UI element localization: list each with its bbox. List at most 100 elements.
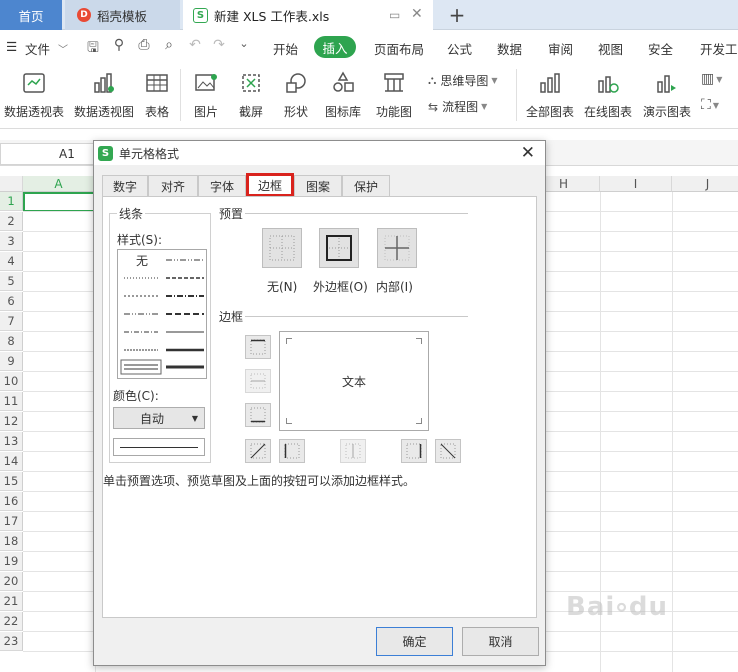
- border-right-button[interactable]: [401, 439, 427, 463]
- format-painter-icon[interactable]: ⚲: [110, 37, 128, 55]
- preview-corner-mark: [286, 418, 292, 424]
- row-header[interactable]: 20: [0, 572, 23, 591]
- window-restore-icon[interactable]: ▭: [389, 8, 400, 22]
- menu-view[interactable]: 视图: [598, 39, 623, 58]
- column-header-a[interactable]: A: [23, 176, 95, 192]
- row-header[interactable]: 23: [0, 632, 23, 651]
- presentation-charts-button[interactable]: 演示图表: [641, 69, 693, 120]
- menu-review[interactable]: 审阅: [548, 39, 573, 58]
- tab-number[interactable]: 数字: [102, 175, 148, 197]
- table-button[interactable]: 表格: [140, 69, 174, 120]
- row-header[interactable]: 8: [0, 332, 23, 351]
- tab-border[interactable]: 边框: [246, 173, 294, 197]
- column-header-j[interactable]: J: [672, 176, 738, 192]
- tab-alignment[interactable]: 对齐: [148, 175, 198, 197]
- row-header[interactable]: 13: [0, 432, 23, 451]
- row-header[interactable]: 17: [0, 512, 23, 531]
- mind-map-button[interactable]: ⛬ 思维导图 ▼: [428, 72, 498, 89]
- all-charts-button[interactable]: 全部图表: [524, 69, 576, 120]
- save-icon[interactable]: 🖫: [84, 37, 102, 56]
- hamburger-icon[interactable]: ☰: [6, 39, 17, 54]
- border-preview-box[interactable]: 文本: [279, 331, 429, 431]
- dialog-title-bar[interactable]: S 单元格格式 ✕: [94, 141, 545, 165]
- row-header[interactable]: 14: [0, 452, 23, 471]
- row-header[interactable]: 5: [0, 272, 23, 291]
- row-header[interactable]: 6: [0, 292, 23, 311]
- row-header[interactable]: 4: [0, 252, 23, 271]
- tab-pattern[interactable]: 图案: [294, 175, 342, 197]
- picture-button[interactable]: 图片: [186, 69, 226, 120]
- select-all-corner[interactable]: [0, 176, 23, 192]
- icon-library-button[interactable]: 图标库: [322, 69, 364, 120]
- row-header[interactable]: 19: [0, 552, 23, 571]
- chevron-down-icon[interactable]: ﹀: [58, 41, 68, 56]
- row-header[interactable]: 21: [0, 592, 23, 611]
- new-tab-button[interactable]: +: [446, 3, 468, 27]
- function-chart-button[interactable]: 功能图: [370, 69, 418, 120]
- tab-label: 边框: [257, 178, 282, 193]
- border-left-button[interactable]: [279, 439, 305, 463]
- row-header[interactable]: 2: [0, 212, 23, 231]
- tab-daoke-template[interactable]: D 稻壳模板: [65, 0, 180, 30]
- border-right-icon: [406, 443, 422, 459]
- tab-close-icon[interactable]: ✕: [411, 6, 423, 22]
- menu-page-layout[interactable]: 页面布局: [374, 39, 424, 58]
- online-charts-button[interactable]: 在线图表: [582, 69, 634, 120]
- tab-protection[interactable]: 保护: [342, 175, 390, 197]
- menu-formula[interactable]: 公式: [447, 39, 472, 58]
- pivot-chart-button[interactable]: 数据透视图: [72, 69, 136, 120]
- color-select[interactable]: 自动 ▼: [113, 407, 205, 429]
- line-style-samples[interactable]: [118, 250, 208, 380]
- menu-insert[interactable]: 插入: [314, 36, 356, 58]
- chevron-down-icon: ▼: [712, 100, 719, 110]
- flowchart-button[interactable]: ⇆ 流程图 ▼: [428, 98, 487, 115]
- bar-chart-dropdown[interactable]: ▥ ▼: [701, 71, 722, 87]
- pivot-chart-icon: [92, 69, 116, 97]
- menu-security[interactable]: 安全: [648, 39, 673, 58]
- tab-home[interactable]: 首页: [0, 0, 62, 30]
- border-inside-horizontal-button[interactable]: [245, 369, 271, 393]
- row-header[interactable]: 3: [0, 232, 23, 251]
- row-header[interactable]: 12: [0, 412, 23, 431]
- border-inside-vertical-button[interactable]: [340, 439, 366, 463]
- preset-outline-button[interactable]: [319, 228, 359, 268]
- quick-access-dropdown-icon[interactable]: ⌄: [235, 37, 253, 55]
- menu-start[interactable]: 开始: [273, 39, 298, 58]
- column-header-i[interactable]: I: [600, 176, 672, 192]
- row-header[interactable]: 16: [0, 492, 23, 511]
- border-diagonal-up-button[interactable]: [245, 439, 271, 463]
- cancel-button[interactable]: 取消: [462, 627, 539, 656]
- tab-label: 对齐: [160, 180, 185, 194]
- menu-file[interactable]: 文件: [25, 39, 50, 58]
- print-preview-icon[interactable]: ⌕: [160, 37, 178, 55]
- menu-developer[interactable]: 开发工: [700, 39, 738, 58]
- border-diagonal-down-button[interactable]: [435, 439, 461, 463]
- row-header[interactable]: 15: [0, 472, 23, 491]
- ok-button[interactable]: 确定: [376, 627, 453, 656]
- pivot-table-button[interactable]: 数据透视表: [2, 69, 66, 120]
- tab-font[interactable]: 字体: [198, 175, 246, 197]
- screenshot-button[interactable]: 截屏: [231, 69, 271, 120]
- row-header[interactable]: 1: [0, 192, 23, 211]
- border-top-button[interactable]: [245, 335, 271, 359]
- line-style-list[interactable]: 无: [117, 249, 207, 379]
- row-header[interactable]: 10: [0, 372, 23, 391]
- tab-current-file[interactable]: S 新建 XLS 工作表.xls ▭ ✕: [183, 0, 433, 31]
- row-header[interactable]: 22: [0, 612, 23, 631]
- shape-button[interactable]: 形状: [276, 69, 316, 120]
- row-header[interactable]: 7: [0, 312, 23, 331]
- print-icon[interactable]: ⎙: [135, 37, 153, 55]
- row-header[interactable]: 18: [0, 532, 23, 551]
- border-bottom-button[interactable]: [245, 403, 271, 427]
- line-chart-dropdown[interactable]: ⛶ ▼: [701, 97, 719, 113]
- menu-data[interactable]: 数据: [497, 39, 522, 58]
- preset-inside-button[interactable]: [377, 228, 417, 268]
- row-header[interactable]: 9: [0, 352, 23, 371]
- row-header[interactable]: 11: [0, 392, 23, 411]
- selected-cell-a1[interactable]: [23, 192, 96, 212]
- preset-none-button[interactable]: [262, 228, 302, 268]
- undo-icon[interactable]: ↶: [186, 37, 204, 55]
- close-icon[interactable]: ✕: [521, 143, 535, 163]
- redo-icon[interactable]: ↷: [210, 37, 228, 55]
- presentation-charts-label: 演示图表: [642, 105, 691, 119]
